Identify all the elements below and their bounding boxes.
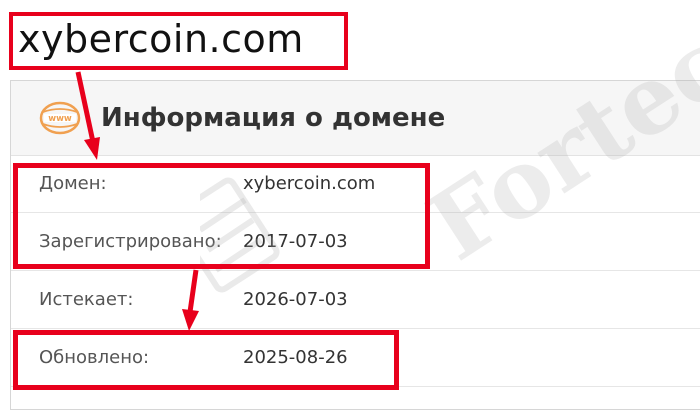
highlight-box-domain-registered <box>13 163 430 269</box>
highlight-box-updated <box>13 330 399 390</box>
card-header: www Информация о домене <box>11 81 700 156</box>
card-title: Информация о домене <box>101 103 446 133</box>
row-expires: Истекает: 2026-07-03 <box>11 271 700 329</box>
row-value: 2026-07-03 <box>243 289 348 310</box>
svg-text:www: www <box>48 114 72 124</box>
row-label: Истекает: <box>39 289 134 310</box>
www-icon: www <box>39 101 81 135</box>
domain-name-heading: xybercoin.com <box>18 17 304 61</box>
